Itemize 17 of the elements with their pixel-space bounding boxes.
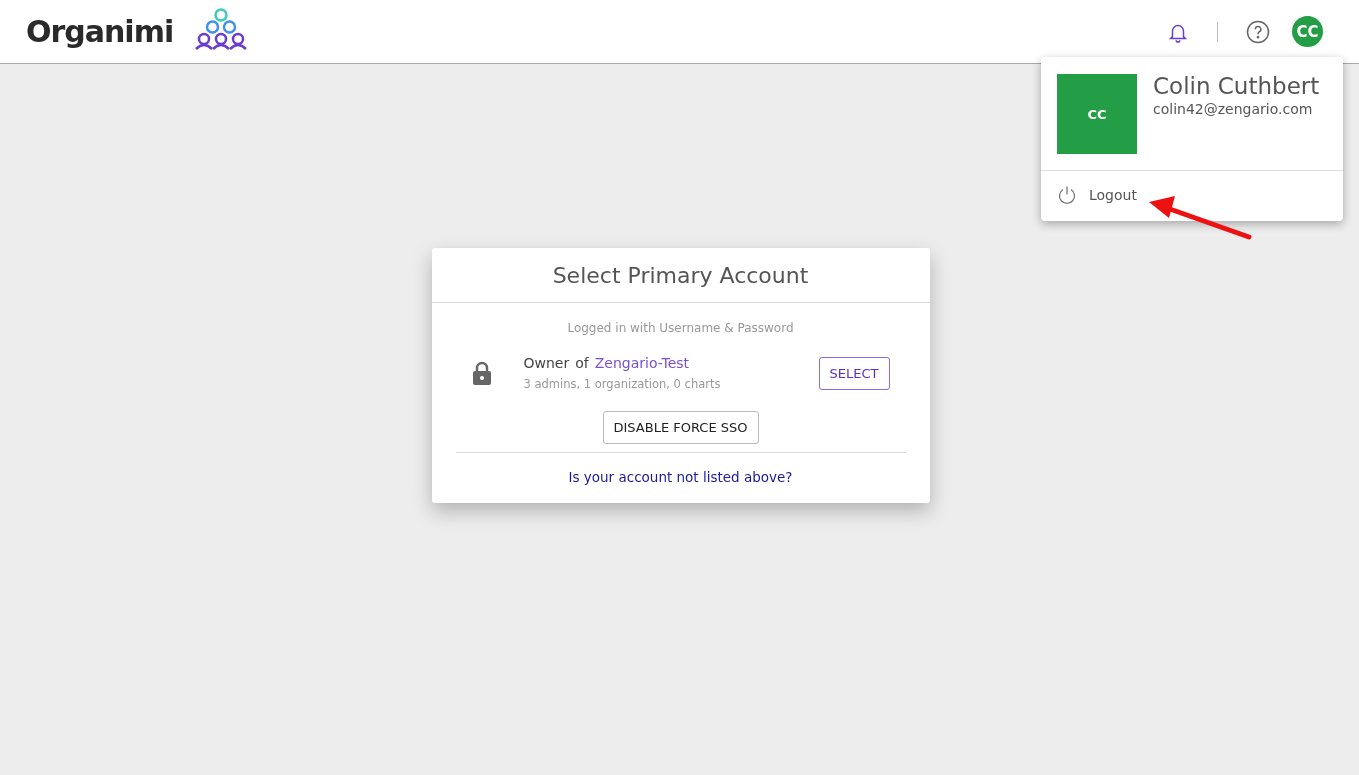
- connector-text: of: [575, 355, 589, 371]
- logo-text: Organimi: [26, 14, 174, 49]
- logout-menu-item[interactable]: Logout: [1041, 171, 1153, 221]
- user-avatar-square: CC: [1057, 74, 1137, 154]
- dialog-title: Select Primary Account: [431, 248, 930, 303]
- disable-sso-button[interactable]: DISABLE FORCE SSO: [602, 411, 759, 444]
- lock-icon: [471, 361, 492, 385]
- organization-link[interactable]: Zengario-Test: [594, 355, 690, 371]
- user-email: colin42@zengario.com: [1153, 101, 1314, 117]
- login-method-text: Logged in with Username & Password: [566, 321, 795, 335]
- account-summary: 3 admins, 1 organization, 0 charts: [523, 377, 722, 391]
- role-text: Owner: [523, 355, 570, 371]
- account-not-listed-link[interactable]: Is your account not listed above?: [568, 469, 793, 485]
- help-icon[interactable]: [1246, 19, 1270, 44]
- user-name: Colin Cuthbert: [1153, 73, 1320, 99]
- power-icon: [1057, 185, 1077, 205]
- select-button[interactable]: SELECT: [818, 356, 890, 390]
